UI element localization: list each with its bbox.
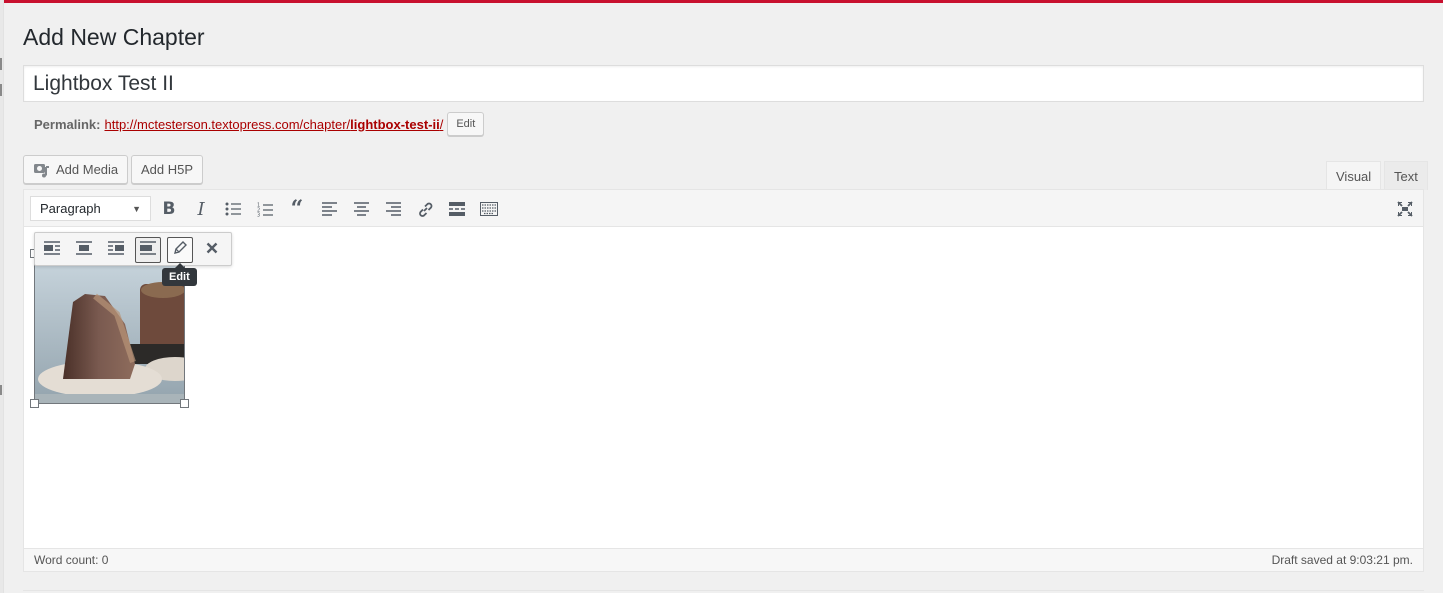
- add-media-button[interactable]: Add Media: [23, 155, 129, 184]
- italic-icon[interactable]: I: [190, 198, 212, 220]
- image-align-left-button[interactable]: [39, 237, 65, 263]
- image-inline-toolbar: [34, 232, 232, 266]
- bold-icon[interactable]: B: [158, 198, 180, 220]
- page-title: Add New Chapter: [23, 24, 205, 50]
- permalink-trailing: /: [439, 116, 444, 132]
- align-left-icon: [44, 240, 60, 260]
- add-media-label: Add Media: [56, 162, 119, 177]
- resize-handle-bottom-left[interactable]: [30, 399, 39, 408]
- tab-visual[interactable]: Visual: [1326, 161, 1382, 190]
- toolbar-toggle-icon[interactable]: [478, 198, 500, 220]
- align-none-icon: [140, 240, 156, 260]
- permalink-base: http://mctesterson.textopress.com/chapte…: [104, 116, 351, 132]
- chevron-down-icon: ▼: [132, 203, 141, 214]
- link-icon[interactable]: [414, 198, 436, 220]
- tab-text-label: Text: [1394, 168, 1418, 184]
- permalink-row: Permalink: http://mctesterson.textopress…: [34, 112, 485, 136]
- edit-icon: [173, 240, 188, 260]
- image-align-center-button[interactable]: [71, 237, 97, 263]
- word-count: Word count: 0: [34, 553, 109, 567]
- blockquote-icon[interactable]: “: [286, 196, 308, 222]
- editor-status-bar: Word count: 0 Draft saved at 9:03:21 pm.: [24, 548, 1423, 571]
- permalink-label: Permalink:: [34, 116, 101, 132]
- edit-tooltip: Edit: [162, 263, 197, 286]
- image-align-none-button[interactable]: [135, 237, 161, 263]
- editor-content-area[interactable]: [24, 227, 1423, 549]
- format-select-value: Paragraph: [40, 201, 101, 216]
- permalink-edit-button[interactable]: Edit: [447, 112, 485, 136]
- image-remove-button[interactable]: [199, 237, 225, 263]
- fullscreen-icon[interactable]: [1394, 198, 1416, 220]
- tab-text[interactable]: Text: [1384, 161, 1428, 190]
- svg-text:3: 3: [257, 212, 260, 217]
- format-select[interactable]: Paragraph ▼: [30, 196, 151, 221]
- align-center-icon: [76, 240, 92, 260]
- align-right-icon: [108, 240, 124, 260]
- sidebar-edge-mark: [0, 58, 2, 70]
- image-edit-button[interactable]: [167, 237, 193, 263]
- close-icon: [206, 241, 218, 259]
- post-editor: Paragraph ▼ B I 123 “ Word count: 0 Draf…: [23, 189, 1424, 572]
- read-more-icon[interactable]: [446, 198, 468, 220]
- draft-saved-status: Draft saved at 9:03:21 pm.: [1271, 553, 1413, 567]
- tab-visual-label: Visual: [1336, 168, 1372, 184]
- sidebar-edge-mark: [0, 84, 2, 96]
- image-align-right-button[interactable]: [103, 237, 129, 263]
- align-center-icon[interactable]: [350, 198, 372, 220]
- permalink-link[interactable]: http://mctesterson.textopress.com/chapte…: [104, 117, 443, 132]
- bulleted-list-icon[interactable]: [222, 198, 244, 220]
- numbered-list-icon[interactable]: 123: [254, 198, 276, 220]
- align-left-icon[interactable]: [318, 198, 340, 220]
- resize-handle-bottom-right[interactable]: [180, 399, 189, 408]
- add-h5p-button[interactable]: Add H5P: [131, 155, 204, 184]
- align-right-icon[interactable]: [382, 198, 404, 220]
- media-icon: [33, 162, 51, 178]
- editor-toolbar: Paragraph ▼ B I 123 “: [24, 190, 1423, 227]
- post-title-input[interactable]: [23, 65, 1424, 102]
- admin-top-strip: [0, 0, 1443, 3]
- sidebar-edge-mark: [0, 385, 2, 395]
- add-h5p-label: Add H5P: [141, 162, 194, 177]
- permalink-slug: lightbox-test-ii: [350, 116, 440, 132]
